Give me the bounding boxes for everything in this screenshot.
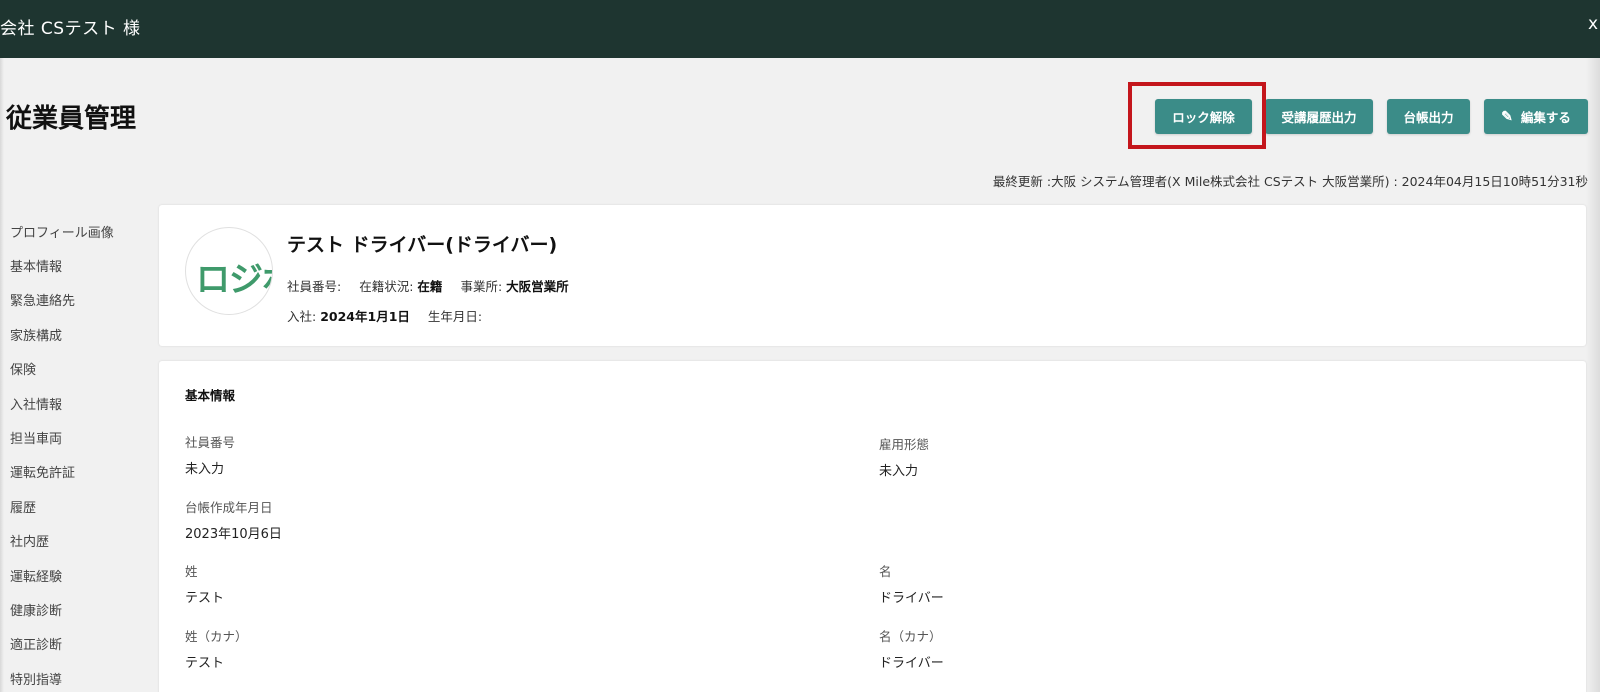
edit-button-label: 編集する [1520, 111, 1571, 125]
unlock-button[interactable]: ロック解除 [1155, 99, 1252, 134]
last-updated-text: 最終更新 :大阪 システム管理者(X Mile株式会社 CSテスト 大阪営業所)… [992, 174, 1588, 189]
left-edge [0, 58, 4, 692]
field-label: 台帳作成年月日 [185, 500, 273, 515]
right-edge [1586, 58, 1600, 692]
ledger-export-button[interactable]: 台帳出力 [1387, 99, 1470, 134]
page-title: 従業員管理 [6, 104, 137, 134]
field-label: 姓（カナ） [185, 629, 248, 644]
sidenav-item-basic-info[interactable]: 基本情報 [10, 248, 150, 282]
field-value: テスト [185, 656, 225, 671]
app-header: 会社 CSテスト 様 x [0, 0, 1600, 58]
history-export-button[interactable]: 受講履歴出力 [1265, 99, 1373, 134]
field-employee-no: 社員番号 未入力 [185, 432, 235, 477]
sidenav-item-drivers-license[interactable]: 運転免許証 [10, 455, 150, 489]
status-value: 在籍 [417, 279, 443, 294]
edit-button[interactable]: ✎ 編集する [1484, 99, 1588, 134]
joined-value: 2024年1月1日 [320, 309, 410, 324]
close-icon[interactable]: x [1588, 14, 1598, 34]
sidenav-item-internal-history[interactable]: 社内歴 [10, 524, 150, 558]
avatar: ロジボ [185, 227, 273, 315]
section-title: 基本情報 [185, 388, 236, 403]
section-nav: プロフィール画像 基本情報 緊急連絡先 家族構成 保険 入社情報 担当車両 運転… [10, 214, 150, 692]
sidenav-item-joining-info[interactable]: 入社情報 [10, 386, 150, 420]
field-last-name-kana: 姓（カナ） テスト [185, 626, 248, 671]
sidenav-item-special-guidance[interactable]: 特別指導 [10, 661, 150, 692]
joined-label: 入社: [287, 309, 317, 324]
employee-name: テスト ドライバー(ドライバー) [287, 234, 558, 256]
employee-no: 社員番号: [287, 276, 341, 295]
employee-no-label: 社員番号: [287, 279, 342, 294]
field-value: 未入力 [185, 462, 225, 477]
field-label: 雇用形態 [879, 437, 930, 452]
joined: 入社: 2024年1月1日 [287, 306, 410, 325]
field-value: ドライバー [879, 656, 944, 671]
field-value: テスト [185, 591, 225, 606]
field-value: 2023年10月6日 [185, 527, 282, 542]
window-title: 会社 CSテスト 様 [0, 19, 141, 39]
avatar-logo: ロジボ [196, 260, 272, 300]
field-first-name: 名 ドライバー [879, 561, 944, 606]
field-ledger-date: 台帳作成年月日 2023年10月6日 [185, 497, 282, 542]
sidenav-item-driving-experience[interactable]: 運転経験 [10, 558, 150, 592]
birthday: 生年月日: [428, 306, 482, 325]
sidenav-item-profile-image[interactable]: プロフィール画像 [10, 214, 150, 248]
field-label: 名 [879, 564, 892, 579]
sidenav-item-family[interactable]: 家族構成 [10, 317, 150, 351]
office-value: 大阪営業所 [506, 279, 569, 294]
field-employment-type: 雇用形態 未入力 [879, 434, 929, 479]
field-first-name-kana: 名（カナ） ドライバー [879, 626, 944, 671]
sidenav-item-assigned-vehicle[interactable]: 担当車両 [10, 420, 150, 454]
profile-date-row: 入社: 2024年1月1日 生年月日: [287, 306, 482, 325]
field-value: 未入力 [879, 464, 919, 479]
sidenav-item-health-check[interactable]: 健康診断 [10, 592, 150, 626]
profile-meta-row: 社員番号: 在籍状況: 在籍 事業所: 大阪営業所 [287, 276, 569, 295]
field-value: ドライバー [879, 591, 944, 606]
field-label: 名（カナ） [879, 629, 942, 644]
status-label: 在籍状況: [359, 279, 414, 294]
birthday-label: 生年月日: [427, 309, 483, 324]
field-label: 社員番号 [185, 435, 236, 450]
sidenav-item-insurance[interactable]: 保険 [10, 352, 150, 386]
office: 事業所: 大阪営業所 [460, 276, 568, 295]
field-label: 姓 [185, 564, 198, 579]
sidenav-item-history[interactable]: 履歴 [10, 489, 150, 523]
status: 在籍状況: 在籍 [359, 276, 442, 295]
field-last-name: 姓 テスト [185, 561, 224, 606]
office-label: 事業所: [460, 279, 503, 294]
basic-info-card: 基本情報 社員番号 未入力 雇用形態 未入力 台帳作成年月日 2023年10月6… [159, 361, 1586, 692]
profile-card: ロジボ テスト ドライバー(ドライバー) 社員番号: 在籍状況: 在籍 事業所:… [159, 205, 1586, 346]
sidenav-item-emergency-contact[interactable]: 緊急連絡先 [10, 283, 150, 317]
pencil-icon: ✎ [1501, 108, 1513, 124]
sidenav-item-aptitude-test[interactable]: 適正診断 [10, 627, 150, 661]
